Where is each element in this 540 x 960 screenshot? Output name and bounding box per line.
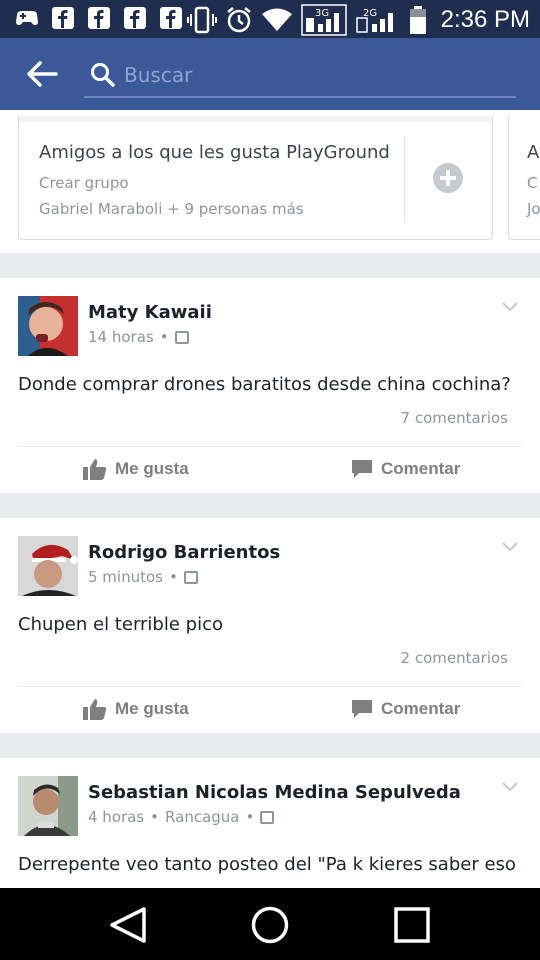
comment-button[interactable]: Comentar: [351, 458, 460, 480]
privacy-icon: [260, 810, 275, 824]
post-meta: 14 horas •: [88, 328, 189, 346]
chevron-down-icon[interactable]: [502, 782, 518, 792]
alarm-icon: [226, 7, 251, 33]
clock: 2:36 PM: [440, 6, 530, 33]
avatar[interactable]: [18, 536, 78, 596]
post-time[interactable]: 4 horas: [88, 808, 144, 826]
like-label: Me gusta: [115, 699, 189, 718]
chevron-down-icon[interactable]: [502, 302, 518, 312]
facebook-notification-icon: [52, 7, 74, 29]
post-time[interactable]: 14 horas: [88, 328, 154, 346]
post-author[interactable]: Maty Kawaii: [88, 302, 212, 323]
post-meta: 5 minutos •: [88, 568, 198, 586]
recent-apps-icon[interactable]: [394, 907, 430, 943]
like-label: Me gusta: [115, 459, 189, 478]
post-author[interactable]: Sebastian Nicolas Medina Sepulveda: [88, 782, 461, 803]
home-icon[interactable]: [250, 905, 290, 945]
thumbs-up-icon: [83, 699, 107, 720]
post-text: Derrepente veo tanto posteo del "Pa k ki…: [18, 854, 516, 875]
search-bar[interactable]: [84, 54, 516, 98]
comment-count[interactable]: 2 comentarios: [401, 649, 508, 667]
group-title: Amigos a los que les gusta PlayGround: [39, 142, 390, 163]
create-group-link[interactable]: C: [527, 174, 537, 192]
app-bar: [0, 38, 540, 110]
group-suggestions: Amigos a los que les gusta PlayGround Cr…: [0, 110, 540, 253]
search-icon: [91, 63, 115, 87]
gamepad-icon: [16, 11, 38, 25]
post-text: Chupen el terrible pico: [18, 614, 223, 635]
create-group-link[interactable]: Crear grupo: [39, 174, 129, 192]
post-time[interactable]: 5 minutos: [88, 568, 163, 586]
facebook-notification-icon: [160, 7, 182, 29]
back-icon[interactable]: [108, 906, 148, 944]
comment-count[interactable]: 7 comentarios: [401, 409, 508, 427]
like-button[interactable]: Me gusta: [83, 458, 189, 480]
avatar[interactable]: [18, 776, 78, 836]
chevron-down-icon[interactable]: [502, 542, 518, 552]
post-meta: 4 horas • Rancagua •: [88, 808, 275, 826]
vibrate-icon: [186, 6, 217, 34]
post-card: Maty Kawaii 14 horas • Donde comprar dro…: [0, 278, 540, 493]
post-text: Donde comprar drones baratitos desde chi…: [18, 374, 511, 395]
thumbs-up-icon: [83, 459, 107, 480]
signal-2g-icon: 2G: [355, 8, 393, 33]
comment-icon: [352, 460, 372, 478]
search-input[interactable]: [124, 58, 504, 92]
comment-label: Comentar: [381, 699, 461, 718]
svg-text:3G: 3G: [315, 8, 329, 19]
post-card: Sebastian Nicolas Medina Sepulveda 4 hor…: [0, 758, 540, 888]
comment-button[interactable]: Comentar: [351, 698, 460, 720]
avatar[interactable]: [18, 296, 78, 356]
facebook-notification-icon: [88, 7, 110, 29]
post-card: Rodrigo Barrientos 5 minutos • Chupen el…: [0, 518, 540, 733]
signal-3g-icon: 3G: [300, 4, 347, 36]
facebook-notification-icon: [124, 7, 146, 29]
comment-label: Comentar: [381, 459, 461, 478]
status-bar: 3G 2G 2:36 PM: [0, 0, 540, 38]
privacy-icon: [174, 330, 189, 344]
group-card[interactable]: A C Jo: [508, 116, 540, 240]
group-card[interactable]: Amigos a los que les gusta PlayGround Cr…: [18, 116, 493, 240]
add-icon[interactable]: [433, 163, 463, 193]
group-members: Gabriel Maraboli + 9 personas más: [39, 200, 304, 218]
system-nav-bar: [0, 888, 540, 960]
group-title: A: [527, 142, 540, 163]
like-button[interactable]: Me gusta: [83, 698, 189, 720]
wifi-icon: [261, 8, 292, 31]
post-location[interactable]: Rancagua: [165, 808, 239, 826]
privacy-icon: [183, 570, 198, 584]
group-members: Jo: [527, 200, 540, 218]
battery-icon: [409, 6, 426, 34]
comment-icon: [352, 700, 372, 718]
back-arrow-icon[interactable]: [26, 60, 58, 88]
post-author[interactable]: Rodrigo Barrientos: [88, 542, 280, 563]
